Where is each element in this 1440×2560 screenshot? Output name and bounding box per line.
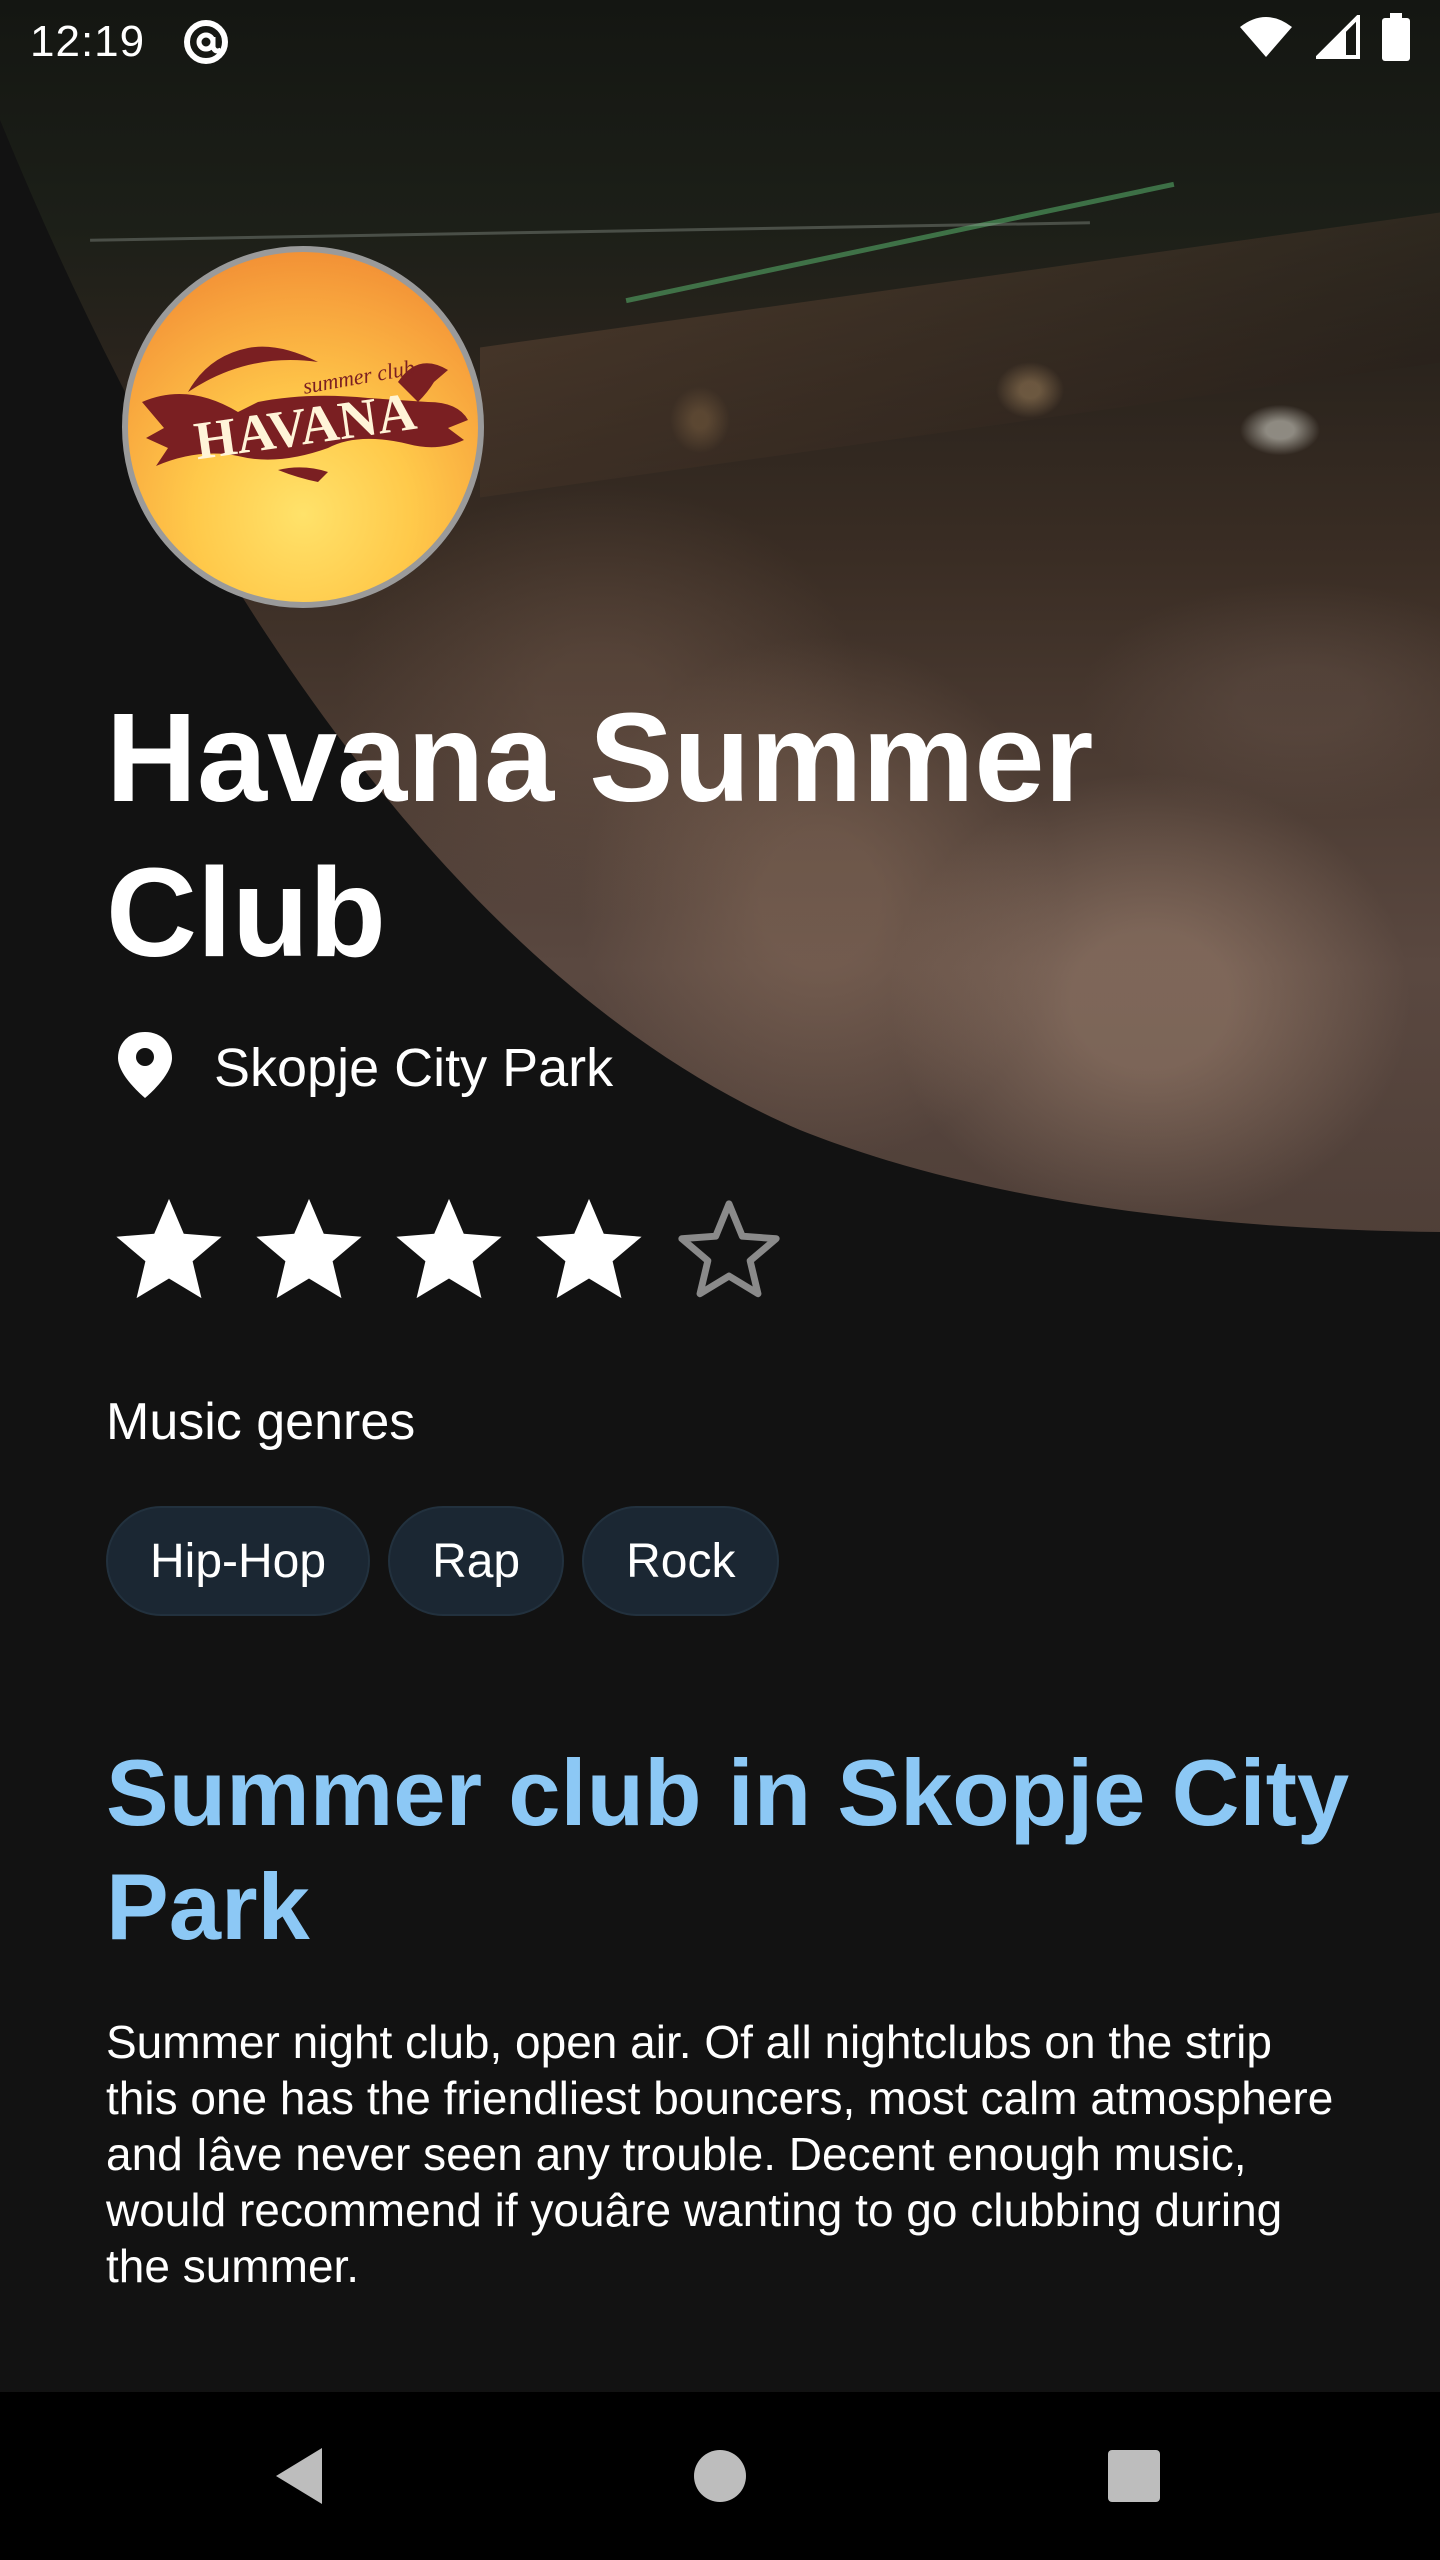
star-rating[interactable] <box>110 1190 788 1308</box>
status-icons <box>1238 11 1410 72</box>
star-filled-icon[interactable] <box>250 1190 368 1308</box>
genre-chip[interactable]: Rock <box>582 1506 780 1616</box>
status-bar: 12:19 <box>0 0 1440 84</box>
genre-chip[interactable]: Rap <box>388 1506 565 1616</box>
genre-chips: Hip-Hop Rap Rock <box>106 1506 780 1616</box>
genres-label: Music genres <box>106 1393 416 1451</box>
star-filled-icon[interactable] <box>110 1190 228 1308</box>
club-logo: HAVANA summer club <box>122 246 484 608</box>
club-location[interactable]: Skopje City Park <box>112 1030 613 1105</box>
battery-icon <box>1382 12 1410 72</box>
map-pin-icon <box>112 1030 178 1105</box>
status-time: 12:19 <box>30 17 146 66</box>
star-filled-icon[interactable] <box>390 1190 508 1308</box>
back-icon[interactable] <box>240 2416 360 2536</box>
star-empty-icon[interactable] <box>670 1190 788 1308</box>
recents-icon[interactable] <box>1074 2416 1194 2536</box>
at-sign-icon <box>181 17 231 67</box>
signal-icon <box>1313 11 1360 70</box>
star-filled-icon[interactable] <box>530 1190 648 1308</box>
club-detail-screen: 12:19 HAVANA summer club Havana Summer C… <box>0 0 1440 2560</box>
club-name: Havana Summer Club <box>106 687 1094 983</box>
home-icon[interactable] <box>660 2416 780 2536</box>
genre-chip[interactable]: Hip-Hop <box>106 1506 371 1616</box>
review-title: Summer club in Skopje City Park <box>106 1740 1350 1959</box>
system-nav-bar <box>0 2392 1440 2560</box>
location-text: Skopje City Park <box>214 1037 614 1098</box>
review-body: Summer night club, open air. Of all nigh… <box>106 2016 1334 2292</box>
wifi-icon <box>1238 15 1294 70</box>
